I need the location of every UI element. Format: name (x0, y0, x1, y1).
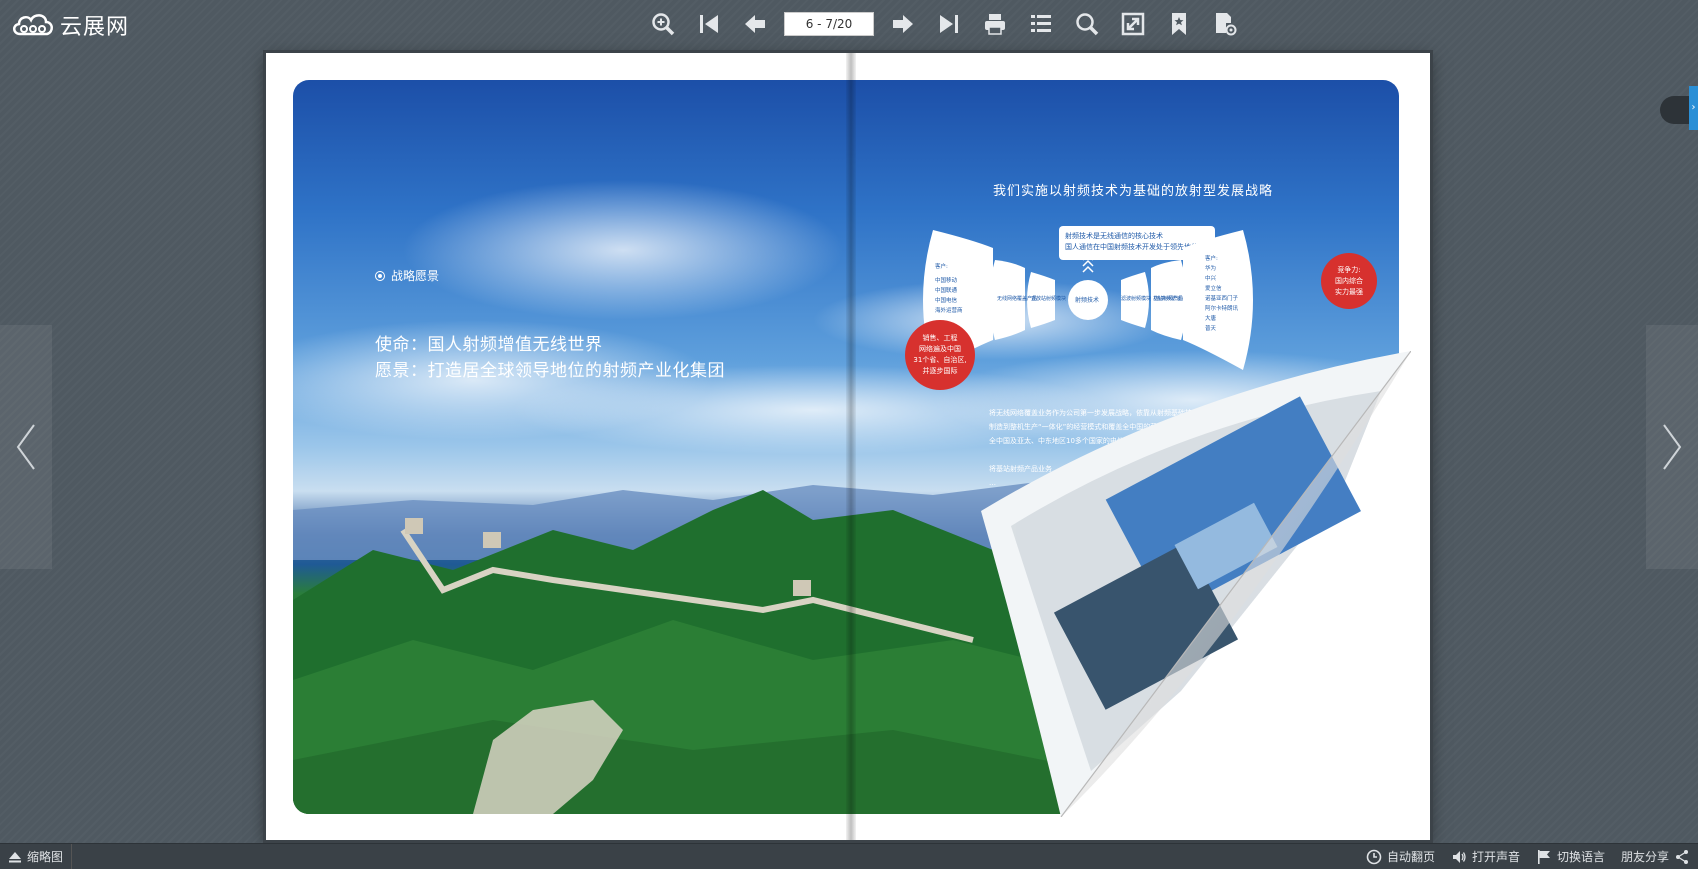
next-page-button[interactable] (880, 6, 926, 42)
auto-flip-label: 自动翻页 (1386, 850, 1435, 864)
thumbnail-label: 缩略图 (27, 850, 64, 864)
table-of-contents-button[interactable] (1018, 6, 1064, 42)
sales-coverage-badge: 销售、工程 网络遍及中国 31个省、自治区, 并逐步国际 (905, 320, 975, 390)
right-customers-6: 阿尔卡特朗讯 (1205, 304, 1239, 312)
bullet-circle-icon (375, 270, 385, 281)
center-node-label: 射频技术 (1075, 296, 1099, 304)
chevron-right-icon (1663, 424, 1682, 470)
sales-badge-line-3: 31个省、自治区, (913, 356, 967, 364)
settings-button[interactable] (1202, 6, 1248, 42)
right-customers-5: 诺基亚西门子 (1205, 294, 1239, 302)
app-logo[interactable]: 云展网 (10, 8, 129, 42)
last-page-button[interactable] (926, 6, 972, 42)
flag-icon (1537, 849, 1550, 864)
book-spine (846, 53, 856, 840)
clock-icon (1366, 849, 1382, 864)
competitiveness-line-1: 竞争力: (1337, 265, 1361, 274)
arrow-right-icon (893, 15, 913, 33)
left-customers-5: 海外运营商 (935, 306, 963, 314)
zoom-in-icon (652, 13, 675, 36)
print-button[interactable] (972, 6, 1018, 42)
sound-toggle-button[interactable]: 打开声音 (1443, 848, 1528, 865)
search-button[interactable] (1064, 6, 1110, 42)
thumbnail-button[interactable]: 缩略图 (0, 844, 73, 869)
right-customers-7: 大唐 (1205, 314, 1217, 322)
mission-statement: 使命：国人射频增值无线世界 (375, 335, 603, 355)
speaker-icon (1452, 850, 1466, 863)
first-page-button[interactable] (686, 6, 732, 42)
share-button[interactable]: 朋友分享 (1613, 848, 1698, 865)
bottom-bar: 缩略图 自动翻页 打开声音 切换语言 朋友分享 (0, 843, 1698, 869)
zoom-in-button[interactable] (640, 6, 686, 42)
prev-page-side-arrow[interactable] (0, 325, 52, 569)
logo-text: 云展网 (60, 15, 130, 40)
share-icon (1676, 849, 1688, 864)
flipbook[interactable]: 战略愿景 使命：国人射频增值无线世界 愿景：打造居全球领导地位的射频产业化集团 … (266, 53, 1430, 840)
competitiveness-badge: 竞争力: 国内综合 实力最强 (1321, 253, 1377, 309)
left-customers-3: 中国联通 (935, 286, 958, 294)
left-customers-1: 客户: (935, 262, 948, 270)
bookmark-button[interactable] (1156, 6, 1202, 42)
sales-badge-line-1: 销售、工程 (922, 334, 958, 342)
search-icon (1076, 13, 1099, 36)
right-customers-3: 中兴 (1205, 274, 1217, 282)
prev-page-button[interactable] (732, 6, 778, 42)
left-customers-4: 中国电信 (935, 296, 958, 304)
vision-statement: 愿景：打造居全球领导地位的射频产业化集团 (375, 361, 725, 381)
right-customers-2: 华为 (1205, 264, 1216, 272)
share-label: 朋友分享 (1620, 850, 1669, 864)
sales-badge-line-4: 并逐步国际 (922, 367, 958, 375)
segment-label-4: 基站射频产品 (1153, 295, 1183, 302)
fullscreen-button[interactable] (1110, 6, 1156, 42)
first-page-icon (700, 15, 718, 33)
page-indicator-input[interactable]: 6 - 7/20 (784, 12, 874, 36)
right-customers-1: 客户: (1205, 254, 1218, 262)
arrow-left-icon (745, 15, 765, 33)
main-toolbar: 6 - 7/20 (640, 6, 1248, 42)
left-customers-2: 中国移动 (935, 276, 958, 284)
next-page-side-arrow[interactable] (1646, 325, 1698, 569)
competitiveness-line-2: 国内综合 (1335, 276, 1363, 285)
right-customers-4: 爱立信 (1205, 284, 1222, 292)
eject-up-icon (9, 851, 21, 862)
fullscreen-icon (1121, 12, 1145, 36)
bookmark-icon (1172, 13, 1186, 35)
auto-flip-button[interactable]: 自动翻页 (1358, 848, 1443, 865)
printer-icon (985, 14, 1005, 35)
section-header-label: 战略愿景 (391, 269, 440, 283)
last-page-icon (940, 15, 958, 33)
segment-label-2: 直放站射频模块 (1031, 295, 1066, 302)
switch-language-button[interactable]: 切换语言 (1528, 848, 1613, 865)
cloud-logo-icon (13, 14, 53, 36)
page-curl-corner[interactable] (981, 351, 1411, 817)
right-customers-8: 普天 (1205, 324, 1217, 332)
sound-label: 打开声音 (1471, 850, 1520, 864)
list-icon (1031, 15, 1051, 32)
competitiveness-line-3: 实力最强 (1335, 287, 1363, 296)
sales-badge-line-2: 网络遍及中国 (918, 345, 961, 353)
document-settings-icon (1216, 13, 1237, 36)
chevron-left-icon (16, 424, 35, 470)
side-panel-toggle[interactable]: › (1656, 86, 1698, 130)
chevron-right-small-icon: › (1689, 86, 1698, 130)
language-label: 切换语言 (1556, 850, 1605, 864)
section-header: 战略愿景 (375, 267, 439, 284)
strategy-title: 我们实施以射频技术为基础的放射型发展战略 (993, 184, 1274, 199)
